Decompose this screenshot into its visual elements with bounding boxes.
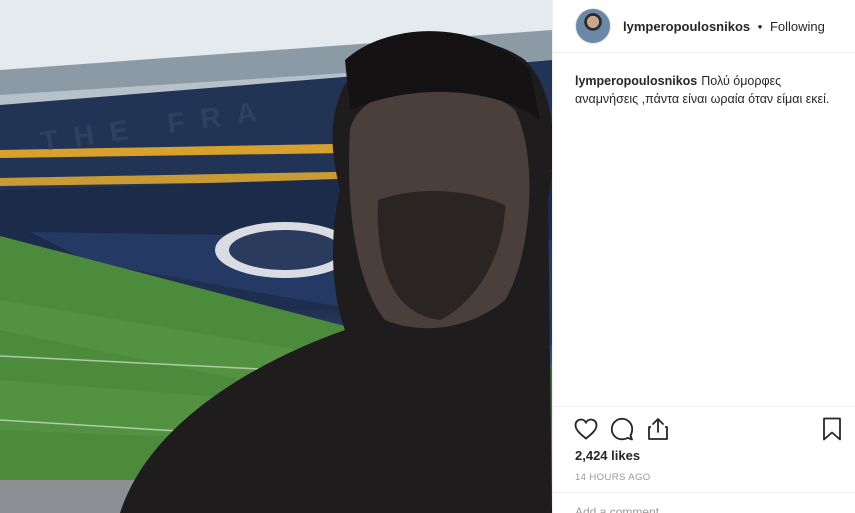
post-timestamp[interactable]: 14 HOURS AGO (575, 472, 651, 483)
avatar[interactable] (575, 8, 611, 44)
caption-username[interactable]: lymperopoulosnikos (575, 74, 697, 88)
stadium-selfie-image (0, 0, 552, 513)
actions-divider (553, 406, 855, 407)
likes-count[interactable]: 2,424 likes (575, 448, 640, 463)
add-comment-input[interactable]: Add a comment... (575, 505, 669, 513)
comment-icon (610, 417, 634, 441)
comment-button[interactable] (609, 416, 635, 442)
separator-dot: • (757, 18, 763, 34)
post-side-panel: lymperopoulosnikos • Following lymperopo… (552, 0, 855, 513)
post-photo[interactable]: THE FRA (0, 0, 552, 513)
comment-divider (553, 492, 855, 493)
save-button[interactable] (819, 416, 845, 442)
like-button[interactable] (573, 416, 599, 442)
username-link[interactable]: lymperopoulosnikos (623, 19, 750, 34)
header-divider (553, 52, 855, 53)
following-button[interactable]: Following (770, 19, 825, 34)
share-button[interactable] (645, 416, 671, 442)
post-header: lymperopoulosnikos • Following (553, 0, 855, 52)
share-icon (648, 418, 668, 440)
action-bar (573, 416, 845, 442)
post-caption: lymperopoulosnikos Πολύ όμορφες αναμνήσει… (575, 72, 835, 108)
heart-icon (574, 418, 598, 440)
bookmark-icon (823, 417, 841, 441)
header-text: lymperopoulosnikos • Following (623, 19, 825, 34)
